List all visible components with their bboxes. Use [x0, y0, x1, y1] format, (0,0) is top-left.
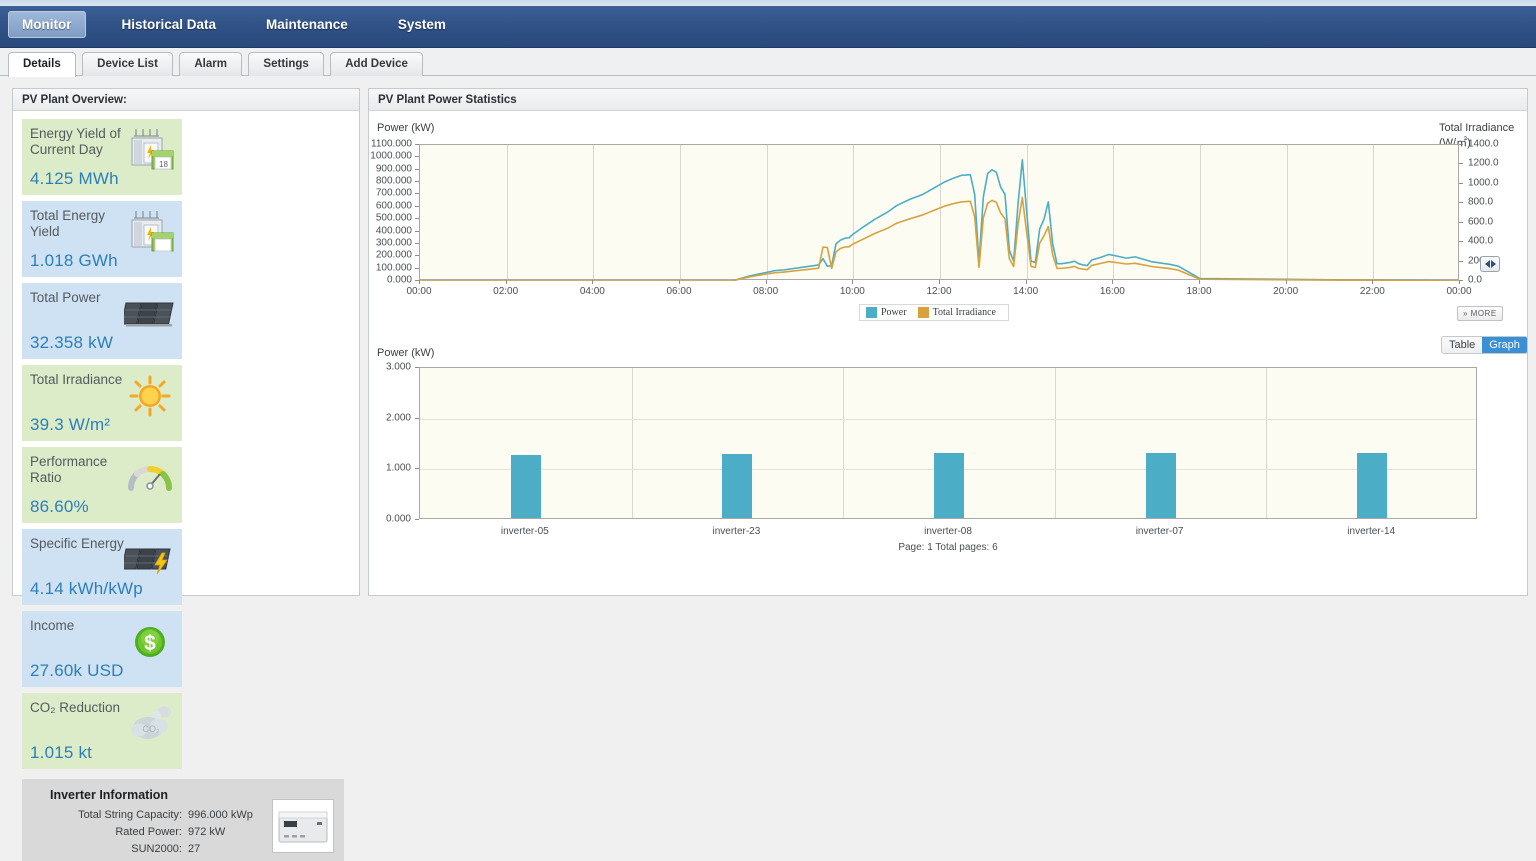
inverter-photo: [272, 799, 334, 853]
bar-inverter-23[interactable]: [722, 453, 753, 518]
tab-add-device[interactable]: Add Device: [330, 52, 423, 76]
kpi-card-value: 32.358 kW: [30, 333, 114, 352]
sun-icon: [124, 373, 176, 419]
substation-icon: [124, 209, 176, 255]
inverter-info-value: 972 kW: [188, 826, 226, 838]
kpi-card-value: 39.3 W/m²: [30, 415, 111, 434]
pagination-info: Page: 1 Total pages: 6: [898, 542, 998, 553]
nav-item-maintenance[interactable]: Maintenance: [252, 11, 362, 38]
kpi-card-total-irradiance[interactable]: Total Irradiance 39.3 W/m²: [22, 365, 182, 441]
kpi-card-value: 1.018 GWh: [30, 251, 118, 270]
kpi-card-label: Energy Yield of Current Day: [30, 126, 121, 157]
gauge-icon: [124, 455, 176, 501]
nav-item-monitor[interactable]: Monitor: [8, 11, 86, 38]
nav-item-system[interactable]: System: [384, 11, 460, 38]
solar-panel-icon: [120, 291, 176, 337]
kpi-card-value: 27.60k USD: [30, 661, 124, 680]
graph-view-button[interactable]: Graph: [1482, 337, 1527, 353]
inverter-info-value: 27: [188, 843, 201, 855]
gridline-vertical: [843, 368, 845, 518]
bar-category-label: inverter-14: [1347, 526, 1396, 537]
svg-text:CO₂: CO₂: [143, 724, 161, 734]
kpi-card-energy-yield-of-current-day[interactable]: Energy Yield of Current Day 18 4.125 MWh: [22, 119, 182, 195]
inverter-power-bar-chart: Power (kW) Page: 1 Total pages: 6 0.000 1…: [369, 89, 1527, 553]
y-axis-tick-label: 3.000: [385, 361, 411, 373]
kpi-card-value: 4.125 MWh: [30, 169, 119, 188]
kpi-card-label: Total Energy Yield: [30, 208, 106, 239]
dollar-coin-icon: $: [124, 619, 176, 665]
pv-plant-power-statistics-panel: PV Plant Power Statistics Power (kW) Tot…: [368, 88, 1528, 596]
inverter-info-key: Total String Capacity:: [78, 809, 182, 821]
kpi-card-label: CO₂ Reduction: [30, 700, 121, 715]
kpi-card-label: Total Power: [30, 290, 101, 305]
kpi-card-co-reduction[interactable]: CO₂ Reduction CO₂ 1.015 kt: [22, 693, 182, 769]
y-axis-tick-label: 0.000: [385, 513, 411, 525]
kpi-card-total-energy-yield[interactable]: Total Energy Yield 1.018 GWh: [22, 201, 182, 277]
substation-calendar-icon: 18: [124, 127, 176, 173]
kpi-card-label: Total Irradiance: [30, 372, 123, 387]
main-nav-items: Monitor Historical Data Maintenance Syst…: [8, 11, 482, 38]
table-view-button[interactable]: Table: [1442, 337, 1483, 353]
svg-text:$: $: [144, 632, 156, 655]
tab-settings[interactable]: Settings: [248, 52, 324, 76]
bar-category-label: inverter-08: [924, 526, 972, 537]
y-axis-tick-mark: [415, 417, 419, 419]
bar-category-label: inverter-23: [712, 526, 761, 537]
kpi-card-value: 86.60%: [30, 497, 89, 516]
inverter-device-icon: [278, 811, 328, 843]
y-axis-tick-mark: [415, 519, 419, 520]
inverter-info-value: 996.000 kWp: [188, 809, 253, 821]
gridline-vertical: [631, 368, 633, 518]
sub-tab-bar: Details Device List Alarm Settings Add D…: [0, 48, 1536, 77]
chevron-right-icon[interactable]: [1490, 260, 1496, 268]
kpi-card-total-power[interactable]: Total Power 32.358 kW: [22, 283, 182, 359]
bar-chart-y-axis-label: Power (kW): [377, 347, 435, 359]
tab-details[interactable]: Details: [8, 52, 76, 77]
y-axis-tick-mark: [415, 468, 419, 470]
view-toggle-group: Table Graph: [1441, 336, 1528, 354]
kpi-card-value: 1.015 kt: [30, 743, 93, 762]
y-axis-tick-label: 2.000: [385, 412, 411, 424]
kpi-card-income[interactable]: Income $ 27.60k USD: [22, 611, 182, 687]
kpi-card-value: 4.14 kWh/kWp: [30, 579, 143, 598]
svg-text:18: 18: [159, 160, 168, 169]
bar-category-label: inverter-07: [1135, 526, 1184, 537]
chart-pager-arrows[interactable]: [1480, 256, 1500, 272]
inverter-info-key: Rated Power:: [115, 826, 182, 838]
kpi-card-label: Income: [30, 618, 75, 633]
inverter-information-box: Inverter Information Total String Capaci…: [22, 779, 344, 861]
bar-category-label: inverter-05: [500, 526, 549, 537]
y-axis-tick-mark: [415, 367, 419, 368]
gridline-vertical: [1054, 368, 1056, 518]
bar-chart-plot-area: [419, 367, 1477, 519]
nav-item-historical-data[interactable]: Historical Data: [108, 11, 231, 38]
kpi-card-grid: Energy Yield of Current Day 18 4.125 MWh…: [13, 111, 353, 775]
kpi-card-label: Performance Ratio: [30, 454, 108, 485]
bar-inverter-14[interactable]: [1357, 453, 1388, 518]
solar-panel-bolt-icon: [121, 537, 176, 583]
chevron-left-icon[interactable]: [1484, 260, 1490, 268]
y-axis-tick-label: 1.000: [385, 462, 411, 474]
kpi-card-performance-ratio[interactable]: Performance Ratio 86.60%: [22, 447, 182, 523]
gridline-horizontal: [420, 418, 1476, 420]
main-navigation-bar: Monitor Historical Data Maintenance Syst…: [0, 6, 1536, 48]
kpi-card-label: Specific Energy: [30, 536, 124, 551]
pv-plant-overview-panel: PV Plant Overview: Energy Yield of Curre…: [12, 88, 360, 861]
bar-inverter-05[interactable]: [510, 454, 541, 518]
inverter-info-key: SUN2000:: [131, 843, 182, 855]
gridline-vertical: [1266, 368, 1268, 518]
tab-alarm[interactable]: Alarm: [179, 52, 242, 76]
co2-cloud-icon: CO₂: [124, 701, 176, 747]
kpi-card-specific-energy[interactable]: Specific Energy 4.14 kWh/kWp: [22, 529, 182, 605]
bar-inverter-08[interactable]: [934, 453, 964, 518]
bar-inverter-07[interactable]: [1145, 453, 1176, 518]
tab-device-list[interactable]: Device List: [82, 52, 173, 76]
pv-plant-overview-title: PV Plant Overview:: [13, 89, 359, 111]
